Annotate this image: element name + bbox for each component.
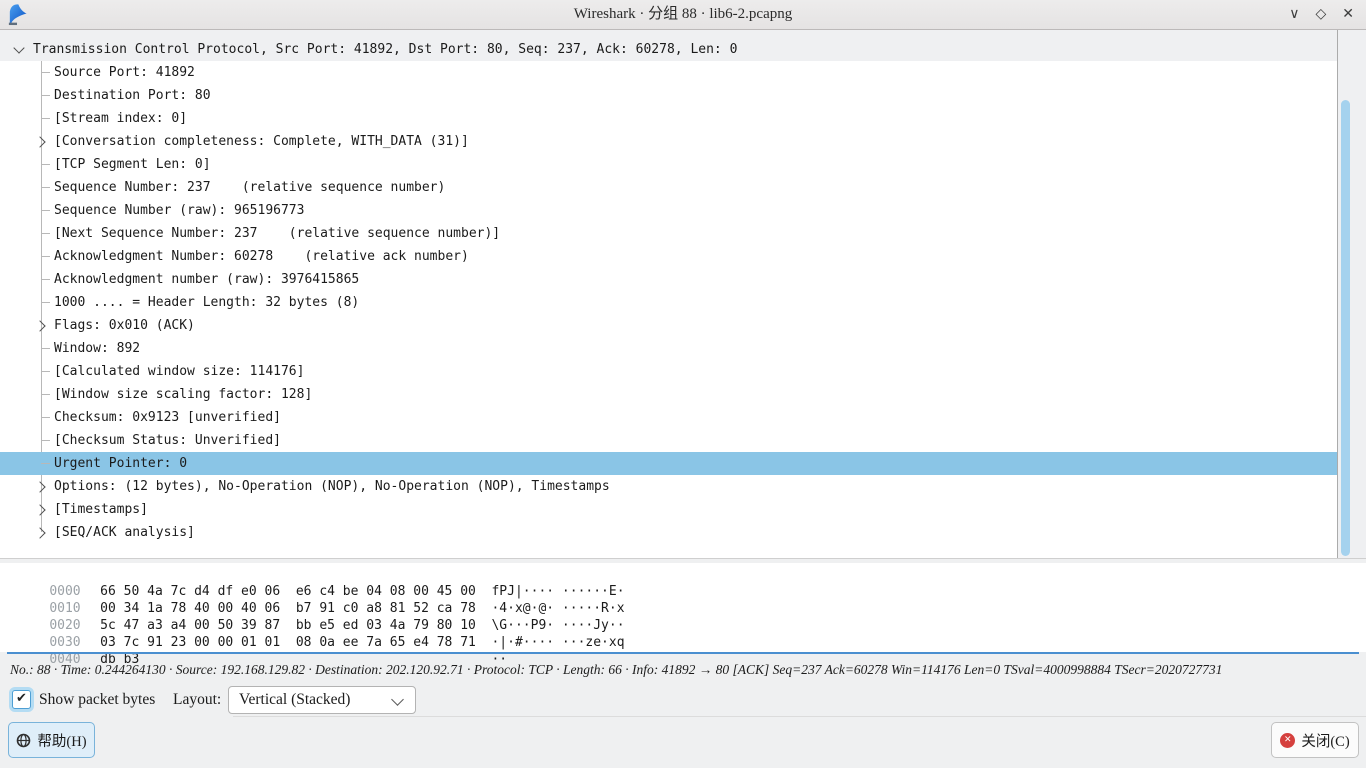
tree-row[interactable]: [Timestamps] [0,498,1338,521]
buttonbox-divider [233,716,1366,717]
show-packet-bytes-checkbox[interactable]: ✔ [12,690,31,709]
tree-row-label: Destination Port: 80 [54,88,211,103]
minimize-button[interactable]: ∨ [1289,0,1299,29]
tree-row[interactable]: Acknowledgment Number: 60278 (relative a… [0,245,1338,268]
tree-row[interactable]: 1000 .... = Header Length: 32 bytes (8) [0,291,1338,314]
hex-ascii[interactable]: \G···P9· ····Jy·· [491,618,624,633]
tree-row[interactable]: [SEQ/ACK analysis] [0,521,1338,544]
tree-row[interactable]: Acknowledgment number (raw): 3976415865 [0,268,1338,291]
hex-offset: 0030 [49,634,80,651]
tree-row[interactable]: [Checksum Status: Unverified] [0,429,1338,452]
tree-row-label: Window: 892 [54,341,140,356]
tree-row-label: [Conversation completeness: Complete, WI… [54,134,469,149]
tree-row[interactable]: [Calculated window size: 114176] [0,360,1338,383]
tree-row[interactable]: Sequence Number: 237 (relative sequence … [0,176,1338,199]
hex-pane-separator [7,652,1359,654]
hex-offset: 0000 [49,583,80,600]
chevron-right-icon[interactable] [34,320,45,331]
chevron-down-icon [391,693,404,706]
close-button-label: 关闭(C) [1301,730,1349,751]
packet-summary: No.: 88 · Time: 0.244264130 · Source: 19… [10,662,1222,678]
tree-row-label: Acknowledgment Number: 60278 (relative a… [54,249,469,264]
tree-row-label: [Window size scaling factor: 128] [54,387,312,402]
tree-row-label: [SEQ/ACK analysis] [54,525,195,540]
tree-row-label: [Next Sequence Number: 237 (relative seq… [54,226,500,241]
chevron-right-icon[interactable] [34,504,45,515]
tree-row[interactable]: [Stream index: 0] [0,107,1338,130]
tree-row[interactable]: [TCP Segment Len: 0] [0,153,1338,176]
tree-row-label: Checksum: 0x9123 [unverified] [54,410,281,425]
tree-row[interactable]: Flags: 0x010 (ACK) [0,314,1338,337]
tree-row-label: Flags: 0x010 (ACK) [54,318,195,333]
hex-offset: 0010 [49,600,80,617]
close-dialog-button[interactable]: ✕ 关闭(C) [1271,722,1359,758]
tree-row-label: Source Port: 41892 [54,65,195,80]
chevron-down-icon[interactable] [13,42,24,53]
tree-row-label: 1000 .... = Header Length: 32 bytes (8) [54,295,359,310]
scrollbar-track[interactable] [1337,30,1366,558]
hex-bytes[interactable]: 66 50 4a 7c d4 df e0 06 e6 c4 be 04 08 0… [100,583,476,600]
tree-row-label: Sequence Number: 237 (relative sequence … [54,180,445,195]
tree-row-label: Options: (12 bytes), No-Operation (NOP),… [54,479,610,494]
show-packet-bytes-label: Show packet bytes [39,691,155,709]
layout-select-value: Vertical (Stacked) [239,687,350,713]
window-title: Wireshark · 分组 88 · lib6-2.pcapng [0,0,1366,29]
chevron-right-icon[interactable] [34,527,45,538]
tree-row-label: [Timestamps] [54,502,148,517]
tree-row-label: Sequence Number (raw): 965196773 [54,203,304,218]
tree-row-label: Transmission Control Protocol, Src Port:… [33,42,737,57]
tree-row[interactable]: Options: (12 bytes), No-Operation (NOP),… [0,475,1338,498]
tree-row[interactable]: [Next Sequence Number: 237 (relative seq… [0,222,1338,245]
tree-row[interactable]: Checksum: 0x9123 [unverified] [0,406,1338,429]
close-red-circle-icon: ✕ [1280,733,1295,748]
packet-bytes-pane: 0000 66 50 4a 7c d4 df e0 06 e6 c4 be 04 … [0,563,1366,652]
hex-bytes[interactable]: 03 7c 91 23 00 00 01 01 08 0a ee 7a 65 e… [100,634,476,651]
tree-row[interactable]: Window: 892 [0,337,1338,360]
tree-row-label: [TCP Segment Len: 0] [54,157,211,172]
tree-row-label: [Checksum Status: Unverified] [54,433,281,448]
hex-row[interactable]: 000066 50 4a 7c d4 df e0 06 e6 c4 be 04 … [0,566,1366,583]
hex-ascii[interactable]: ·|·#···· ···ze·xq [491,635,624,650]
hex-bytes[interactable]: 00 34 1a 78 40 00 40 06 b7 91 c0 a8 81 5… [100,600,476,617]
tree-row[interactable]: Sequence Number (raw): 965196773 [0,199,1338,222]
tree-row-label: Acknowledgment number (raw): 3976415865 [54,272,359,287]
tree-row[interactable]: Source Port: 41892 [0,61,1338,84]
tree-row-label: [Calculated window size: 114176] [54,364,304,379]
tree-row[interactable]: [Conversation completeness: Complete, WI… [0,130,1338,153]
layout-label: Layout: [173,691,221,709]
packet-detail-tree: Transmission Control Protocol, Src Port:… [0,30,1366,559]
window-close-button[interactable]: ✕ [1342,0,1354,29]
tree-row-label: [Stream index: 0] [54,111,187,126]
layout-select[interactable]: Vertical (Stacked) [228,686,416,714]
scrollbar-thumb[interactable] [1341,100,1350,556]
titlebar: Wireshark · 分组 88 · lib6-2.pcapng ∨ ◇ ✕ [0,0,1366,30]
help-button-label: 帮助(H) [37,730,86,751]
tree-row-selected[interactable]: Urgent Pointer: 0 [0,452,1338,475]
help-button[interactable]: 帮助(H) [8,722,95,758]
hex-ascii[interactable]: ·4·x@·@· ·····R·x [491,601,624,616]
tree-row[interactable]: Destination Port: 80 [0,84,1338,107]
tree-root-row[interactable]: Transmission Control Protocol, Src Port:… [0,30,1338,61]
hex-bytes[interactable]: 5c 47 a3 a4 00 50 39 87 bb e5 ed 03 4a 7… [100,617,476,634]
tree-row-label: Urgent Pointer: 0 [54,456,187,471]
checkmark-icon: ✔ [16,691,27,706]
maximize-button[interactable]: ◇ [1315,0,1326,29]
hex-ascii[interactable]: fPJ|···· ······E· [491,584,624,599]
globe-help-icon [16,733,31,748]
chevron-right-icon[interactable] [34,481,45,492]
hex-offset: 0020 [49,617,80,634]
tree-row[interactable]: [Window size scaling factor: 128] [0,383,1338,406]
chevron-right-icon[interactable] [34,136,45,147]
